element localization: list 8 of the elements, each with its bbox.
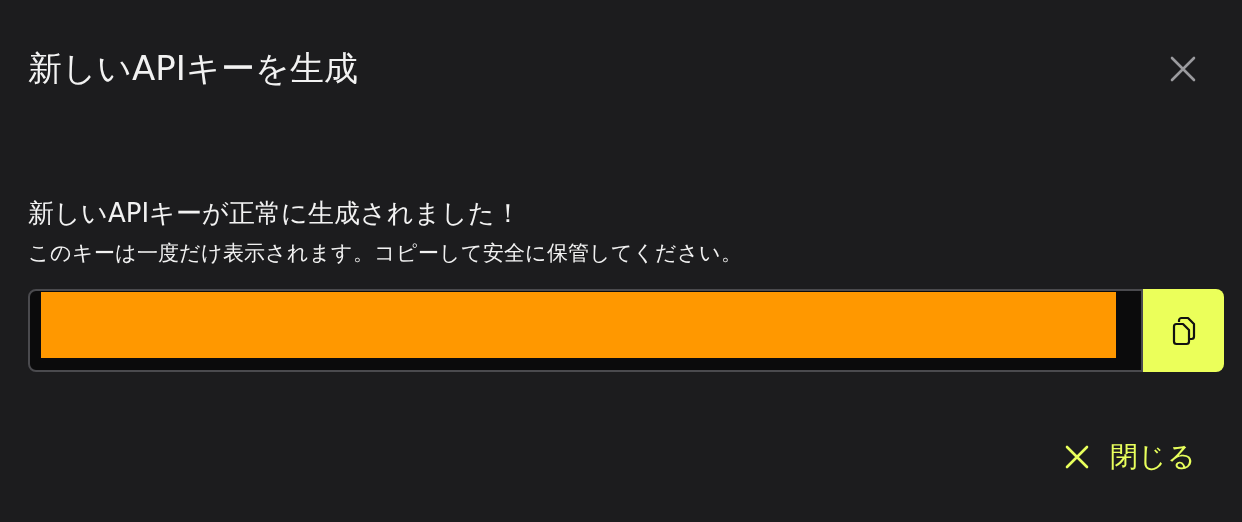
close-icon[interactable]: [1169, 55, 1197, 83]
success-message: 新しいAPIキーが正常に生成されました！: [28, 197, 523, 230]
instruction-text: このキーは一度だけ表示されます。コピーして安全に保管してください。: [28, 240, 743, 267]
close-button[interactable]: 閉じる: [1064, 438, 1196, 476]
api-key-field[interactable]: [28, 289, 1143, 372]
dialog-title: 新しいAPIキーを生成: [28, 47, 358, 90]
close-icon: [1064, 444, 1090, 470]
copy-button[interactable]: [1143, 289, 1224, 372]
